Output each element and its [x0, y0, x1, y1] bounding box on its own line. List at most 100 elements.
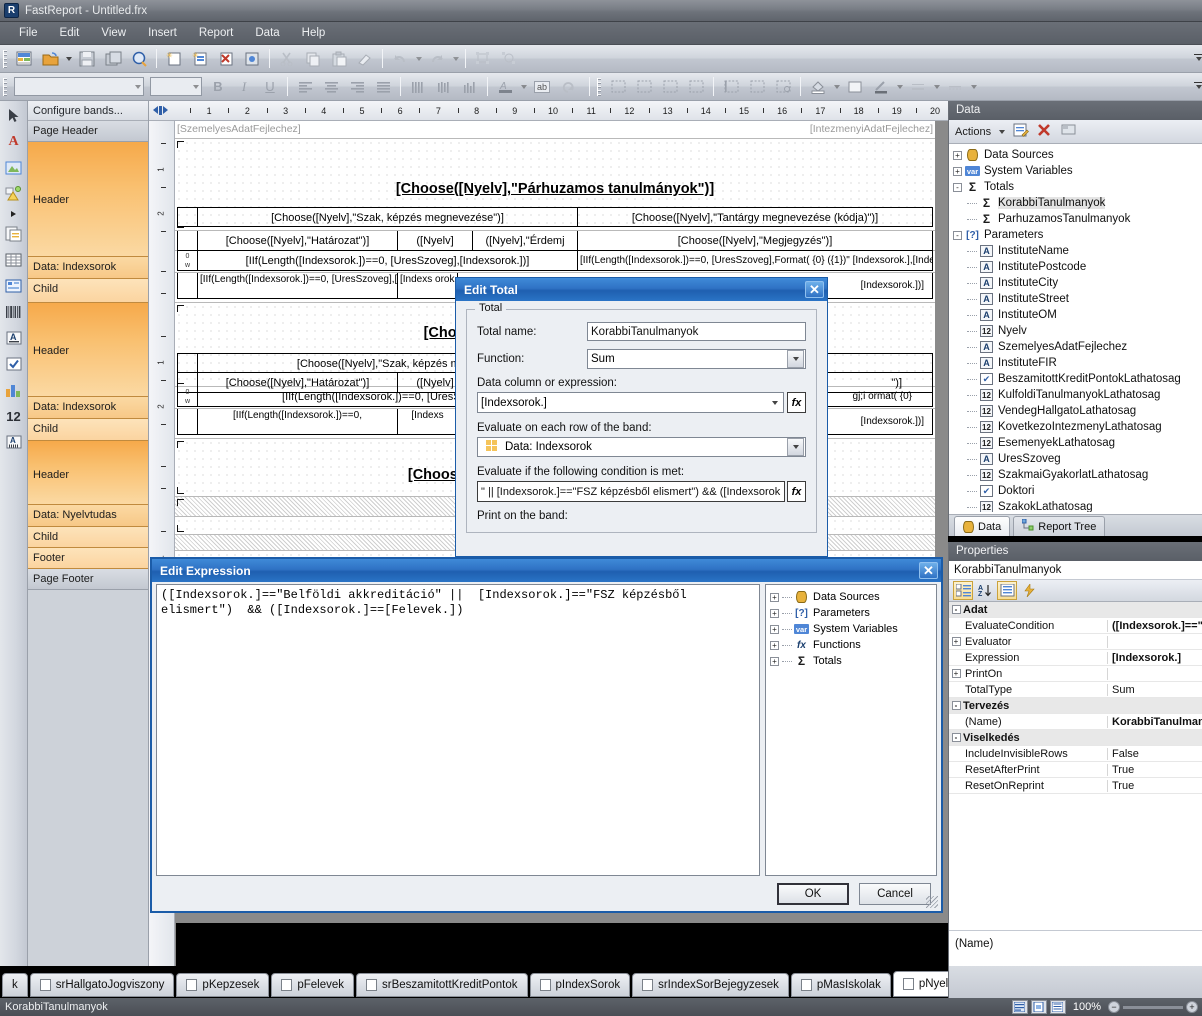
- property-expander[interactable]: -: [949, 701, 963, 710]
- data-tree-item[interactable]: A InstituteCity: [953, 275, 1202, 291]
- data-tree-item[interactable]: A InstitutePostcode: [953, 259, 1202, 275]
- data-tree-item[interactable]: Σ KorabbiTanulmanyok: [953, 195, 1202, 211]
- align-bottom-icon[interactable]: [458, 75, 482, 98]
- data-tree-item[interactable]: A InstituteFIR: [953, 355, 1202, 371]
- border-outside-icon[interactable]: [632, 75, 656, 98]
- property-category-row[interactable]: - Adat: [949, 602, 1202, 618]
- table-cell[interactable]: [178, 354, 198, 372]
- property-row[interactable]: TotalType Sum: [949, 682, 1202, 698]
- data-tree-item[interactable]: 12 SzakmaiGyakorlatLathatosag: [953, 467, 1202, 483]
- data-tree-item[interactable]: 12 VendegHallgatoLathatosag: [953, 403, 1202, 419]
- close-icon[interactable]: ✕: [805, 281, 824, 298]
- table-cell[interactable]: ([Nyelv],"Érdemj: [473, 231, 578, 250]
- expression-tree-item[interactable]: + fx Functions: [770, 637, 936, 653]
- table-cell[interactable]: [IIf(Length([Indexsorok.])==0, [UresSzov…: [198, 251, 578, 270]
- evaluate-band-select[interactable]: Data: Indexsorok: [477, 437, 806, 457]
- data-tree-item[interactable]: - [?] Parameters: [953, 227, 1202, 243]
- canvas-data-band-1[interactable]: [Choose([Nyelv],"Határozat")] ([Nyelv] (…: [175, 231, 935, 251]
- data-tree-item[interactable]: A UresSzoveg: [953, 451, 1202, 467]
- actions-menu-button[interactable]: Actions: [955, 126, 991, 138]
- page-tab[interactable]: pMasIskolak: [790, 972, 891, 997]
- properties-object-selector[interactable]: KorabbiTanulmanyok: [949, 561, 1202, 580]
- delete-icon[interactable]: [1037, 123, 1051, 140]
- page-tab[interactable]: srBeszamitottKreditPontok: [356, 972, 528, 997]
- border-inside-icon[interactable]: [658, 75, 682, 98]
- line-color-dropdown-icon[interactable]: [894, 75, 905, 98]
- page-tab[interactable]: pFelevek: [271, 972, 354, 997]
- fill-swatch-icon[interactable]: [843, 75, 867, 98]
- paste-icon[interactable]: [327, 47, 351, 70]
- page-tab[interactable]: srIndexSorBejegyzesek: [632, 972, 789, 997]
- page-tab[interactable]: srHallgatoJogviszony: [29, 972, 175, 997]
- fill-color-dropdown-icon[interactable]: [831, 75, 842, 98]
- chevron-down-icon[interactable]: [787, 350, 804, 368]
- chevron-down-icon[interactable]: [767, 400, 783, 405]
- data-tree-item[interactable]: 12 EsemenyekLathatosag: [953, 435, 1202, 451]
- text-object-icon[interactable]: A: [3, 131, 25, 153]
- property-row[interactable]: Expression [Indexsorok.]: [949, 650, 1202, 666]
- new-page-icon[interactable]: ✳: [162, 47, 186, 70]
- align-right-icon[interactable]: [345, 75, 369, 98]
- page-tab[interactable]: k: [2, 972, 28, 997]
- table-cell[interactable]: ([Nyelv]: [398, 231, 473, 250]
- line-style-icon[interactable]: [943, 75, 967, 98]
- condition-fx-button[interactable]: fx: [787, 481, 806, 502]
- palette-expand-icon[interactable]: [3, 209, 25, 219]
- data-tree-item[interactable]: A InstituteStreet: [953, 291, 1202, 307]
- property-expander[interactable]: +: [949, 637, 963, 646]
- canvas-table-row[interactable]: [Choose([Nyelv],"Szak, képzés megnevezés…: [177, 207, 933, 227]
- table-cell[interactable]: [IIf(Length([Indexsorok.])==0,: [198, 409, 398, 434]
- data-tree-item[interactable]: - Σ Totals: [953, 179, 1202, 195]
- tree-toggle-icon[interactable]: +: [770, 640, 779, 650]
- select-all-icon[interactable]: [1061, 123, 1077, 140]
- undo-icon[interactable]: [388, 47, 412, 70]
- data-column-select[interactable]: [Indexsorok.]: [477, 392, 784, 413]
- tree-toggle-icon[interactable]: +: [953, 150, 962, 160]
- redo-icon[interactable]: [425, 47, 449, 70]
- property-category-row[interactable]: - Viselkedés: [949, 730, 1202, 746]
- tab-report-tree[interactable]: Report Tree: [1013, 516, 1106, 536]
- shape-object-icon[interactable]: [3, 183, 25, 205]
- border-settings-icon[interactable]: [771, 75, 795, 98]
- page-tab-strip[interactable]: k srHallgatoJogviszony pKepzesek pFelevek sr…: [0, 966, 948, 998]
- resize-grip[interactable]: [926, 896, 938, 908]
- cut-icon[interactable]: [275, 47, 299, 70]
- matrix-object-icon[interactable]: [3, 275, 25, 297]
- data-tree-item[interactable]: + var System Variables: [953, 163, 1202, 179]
- table-cell[interactable]: [178, 208, 198, 226]
- table-cell[interactable]: 0w: [178, 251, 198, 270]
- save-report-icon[interactable]: [75, 47, 99, 70]
- edit-expression-dialog[interactable]: Edit Expression ✕ ([Indexsorok.]=="Belfö…: [150, 557, 943, 913]
- property-value[interactable]: ([Indexsorok.]==": [1108, 620, 1202, 632]
- data-tree-item[interactable]: 12 KulfoldiTanulmanyokLathatosag: [953, 387, 1202, 403]
- expression-tree-item[interactable]: + var System Variables: [770, 621, 936, 637]
- band-page-header[interactable]: Page Header: [28, 121, 148, 142]
- delete-page-icon[interactable]: [214, 47, 238, 70]
- border-grid-icon[interactable]: [745, 75, 769, 98]
- font-color-dropdown-icon[interactable]: [518, 75, 529, 98]
- property-value[interactable]: [Indexsorok.]: [1108, 652, 1202, 664]
- new-report-icon[interactable]: [12, 47, 36, 70]
- align-top-icon[interactable]: [406, 75, 430, 98]
- checkbox-object-icon[interactable]: [3, 353, 25, 375]
- underline-icon[interactable]: U: [258, 75, 282, 98]
- ungroup-icon[interactable]: [497, 47, 521, 70]
- data-tree-item[interactable]: 12 Nyelv: [953, 323, 1202, 339]
- font-color-icon[interactable]: A: [493, 75, 517, 98]
- band-data-nyelvtudas[interactable]: Data: Nyelvtudas: [28, 505, 148, 527]
- ok-button[interactable]: OK: [777, 883, 849, 905]
- data-tree-item[interactable]: A SzemelyesAdatFejlechez: [953, 339, 1202, 355]
- preview-view-icon[interactable]: [1049, 1000, 1066, 1014]
- font-size-combo[interactable]: [150, 77, 202, 96]
- edit-icon[interactable]: [1013, 123, 1030, 141]
- insert-band-icon[interactable]: [3, 223, 25, 245]
- canvas-page-header-band[interactable]: [SzemelyesAdatFejlechez] [IntezmenyiAdat…: [175, 121, 935, 139]
- menu-file[interactable]: File: [8, 24, 49, 42]
- italic-icon[interactable]: I: [232, 75, 256, 98]
- expression-tree-item[interactable]: + [?] Parameters: [770, 605, 936, 621]
- border-all-icon[interactable]: [606, 75, 630, 98]
- property-row[interactable]: IncludeInvisibleRows False: [949, 746, 1202, 762]
- properties-table[interactable]: - Adat EvaluateCondition ([Indexsorok.]==" +…: [949, 602, 1202, 794]
- data-tree-item[interactable]: 12 SzakokLathatosag: [953, 499, 1202, 512]
- edit-total-titlebar[interactable]: Edit Total ✕: [456, 278, 827, 301]
